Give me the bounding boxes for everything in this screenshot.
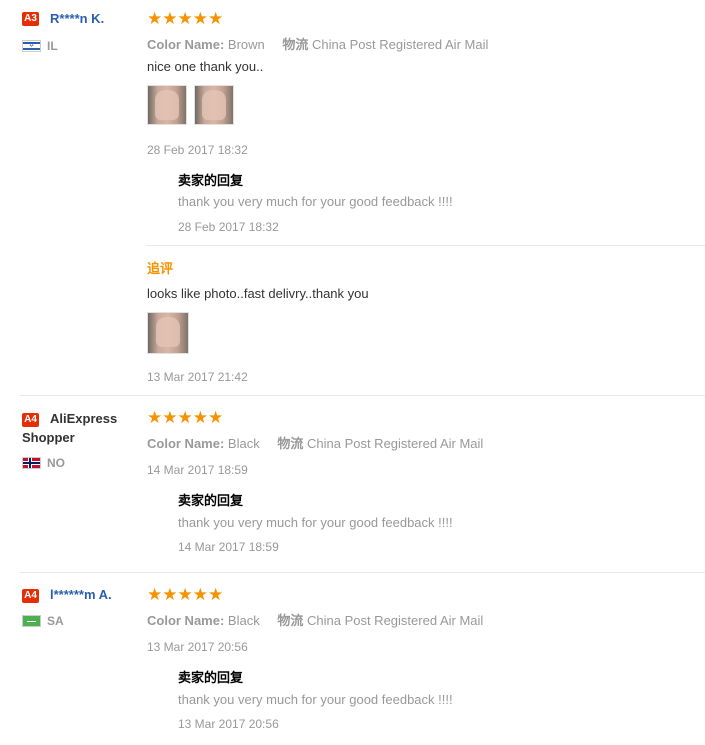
israel-flag-icon: ✡ [22,40,41,52]
color-name-value: Brown [227,37,265,52]
seller-reply-text: thank you very much for your good feedba… [178,692,453,707]
buyer-country: NO [47,456,65,470]
color-name-value: Black [227,613,260,628]
seller-reply-text: thank you very much for your good feedba… [178,194,453,209]
followup-text: looks like photo..fast delivry..thank yo… [147,286,369,301]
order-attributes: Color Name: Black 物流 China Post Register… [147,610,483,629]
shipping-label: 物流 [282,37,309,52]
buyer-name[interactable]: R****n K. [50,11,104,26]
shipping-value: China Post Registered Air Mail [306,436,484,451]
buyer-level-badge: A4 [22,589,39,603]
followup-photo[interactable] [147,312,189,354]
seller-reply-title: 卖家的回复 [178,173,244,188]
seller-reply-title: 卖家的回复 [178,670,244,685]
buyer-name[interactable]: l******m A. [50,587,112,602]
review-photo[interactable] [194,85,234,125]
shipping-value: China Post Registered Air Mail [306,613,484,628]
buyer-country: SA [47,614,64,628]
review-date: 28 Feb 2017 18:32 [147,143,248,157]
rating-stars: ★★★★★ [147,585,224,604]
buyer-level-badge: A3 [22,12,39,26]
order-attributes: Color Name: Brown 物流 China Post Register… [147,34,488,53]
review-photo[interactable] [147,85,187,125]
color-name-label: Color Name: [147,37,225,52]
norway-flag-icon [22,457,41,469]
seller-reply-title: 卖家的回复 [178,493,244,508]
color-name-label: Color Name: [147,613,225,628]
color-name-value: Black [227,436,260,451]
review-divider [20,572,705,573]
shipping-label: 物流 [277,436,304,451]
seller-reply-date: 28 Feb 2017 18:32 [178,220,279,234]
seller-reply-date: 13 Mar 2017 20:56 [178,717,279,731]
divider [146,245,705,246]
seller-reply-text: thank you very much for your good feedba… [178,515,453,530]
followup-label: 追评 [147,261,174,276]
rating-stars: ★★★★★ [147,408,224,427]
followup-date: 13 Mar 2017 21:42 [147,370,248,384]
order-attributes: Color Name: Black 物流 China Post Register… [147,433,483,452]
color-name-label: Color Name: [147,436,225,451]
review-date: 13 Mar 2017 20:56 [147,640,248,654]
shipping-value: China Post Registered Air Mail [312,37,489,52]
review-divider [20,395,705,396]
rating-stars: ★★★★★ [147,9,224,28]
review-text: nice one thank you.. [147,59,264,74]
shipping-label: 物流 [277,613,304,628]
seller-reply-date: 14 Mar 2017 18:59 [178,540,279,554]
buyer-country: IL [47,39,58,53]
review-date: 14 Mar 2017 18:59 [147,463,248,477]
saudi-flag-icon [22,615,41,627]
buyer-name: AliExpress Shopper [22,411,118,445]
